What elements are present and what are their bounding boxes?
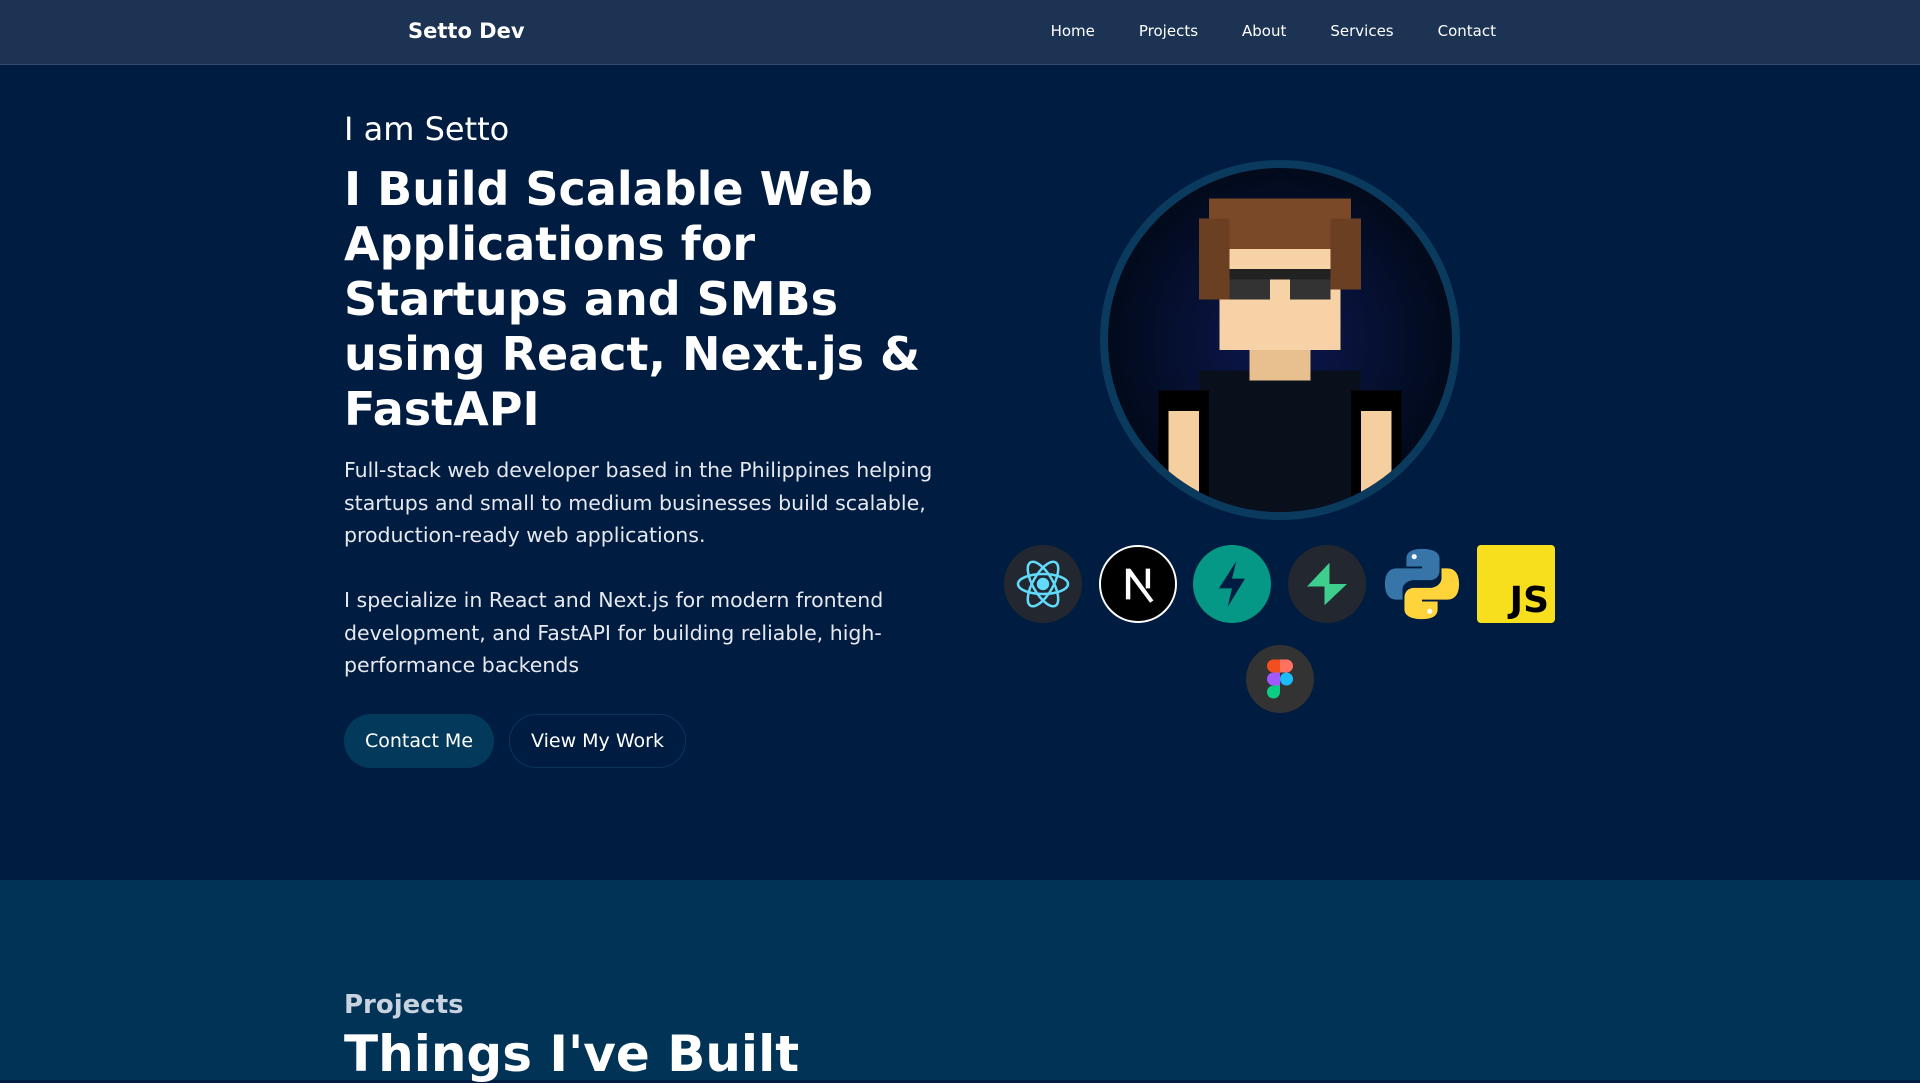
python-icon (1383, 545, 1461, 623)
projects-title: Things I've Built (344, 1025, 800, 1083)
nav-home[interactable]: Home (1051, 22, 1095, 40)
supabase-icon (1288, 545, 1366, 623)
nav-services[interactable]: Services (1330, 22, 1393, 40)
projects-kicker: Projects (344, 990, 464, 1020)
navbar: Setto Dev Home Projects About Services C… (0, 0, 1920, 65)
hero-paragraph-2: I specialize in React and Next.js for mo… (344, 588, 884, 677)
figma-icon (1246, 645, 1314, 713)
nav-links: Home Projects About Services Contact (1051, 22, 1496, 40)
hero-headline: I Build Scalable Web Applications for St… (344, 162, 921, 436)
react-icon (1004, 545, 1082, 623)
hero-section: I am Setto I Build Scalable Web Applicat… (0, 66, 1920, 880)
nav-contact[interactable]: Contact (1438, 22, 1496, 40)
contact-me-button[interactable]: Contact Me (344, 714, 494, 768)
hero-paragraph-1: Full-stack web developer based in the Ph… (344, 458, 933, 547)
hero-intro: I am Setto (344, 110, 510, 148)
js-label: JS (1509, 580, 1549, 621)
brand-logo[interactable]: Setto Dev (408, 19, 525, 43)
fastapi-icon (1193, 545, 1271, 623)
avatar (1100, 160, 1460, 520)
nextjs-icon (1099, 545, 1177, 623)
nav-about[interactable]: About (1242, 22, 1286, 40)
nav-projects[interactable]: Projects (1139, 22, 1198, 40)
view-my-work-button[interactable]: View My Work (509, 714, 686, 768)
javascript-icon: JS (1477, 545, 1555, 623)
projects-section: Projects Things I've Built (0, 880, 1920, 1083)
